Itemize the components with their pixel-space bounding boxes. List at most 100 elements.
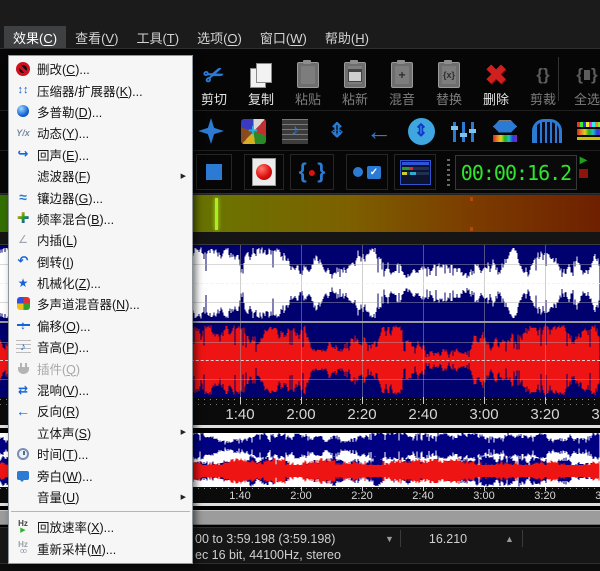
offset-circle-button[interactable]: ⇕: [403, 114, 439, 148]
effects-menu-item[interactable]: 旁白(W)...: [9, 464, 192, 485]
select-all-braces-button[interactable]: {}全选: [564, 52, 600, 107]
effects-menu-item[interactable]: ✚频率混合(B)...: [9, 208, 192, 229]
menu-bar-item[interactable]: 选项(O): [188, 26, 251, 49]
effects-menu-item[interactable]: ≈镶边器(G)...: [9, 186, 192, 207]
interpolate-icon: ∠: [9, 233, 37, 247]
reverb-icon: ⇄: [9, 383, 37, 397]
effects-menu-item[interactable]: 音量(U)▶: [9, 486, 192, 507]
pitch-note-icon: ♪: [282, 119, 308, 144]
scissors-button[interactable]: ✂剪切: [191, 52, 237, 107]
selection-dropdown-icon[interactable]: ▼: [385, 534, 394, 544]
clipboard-paste-new-button[interactable]: 粘新: [332, 52, 378, 107]
pitch-note-button[interactable]: ♪: [277, 114, 313, 148]
effects-menu-item[interactable]: 立体声(S)▶: [9, 422, 192, 443]
delete-x-button[interactable]: ✖删除: [473, 52, 519, 107]
scissors-icon: ✂: [204, 59, 224, 91]
clipboard-replace-button[interactable]: {x} 替换: [426, 52, 472, 107]
flanger-icon: ≈: [9, 190, 37, 204]
effects-menu-item[interactable]: 删改(C)...: [9, 58, 192, 79]
timeline-label: 2:00: [279, 490, 323, 502]
menu-item-label: 旁白(W)...: [37, 466, 93, 485]
record-selection-icon: {●}: [299, 160, 326, 184]
clipboard-replace-icon: {x}: [438, 59, 460, 91]
copy-pages-button[interactable]: 复制: [238, 52, 284, 107]
expand-arrows-button[interactable]: ⇔⇕: [319, 114, 355, 148]
menu-item-label: 回放速率(X)...: [37, 517, 114, 536]
menu-item-label: 删改(C)...: [37, 59, 90, 78]
effects-menu-item[interactable]: Hz▶回放速率(X)...: [9, 516, 192, 537]
sliders-icon: [453, 120, 474, 142]
effects-menu-item[interactable]: ↶倒转(I): [9, 251, 192, 272]
timeline-label: 2:00: [279, 406, 323, 423]
menu-item-label: 多声道混音器(N)...: [37, 294, 140, 313]
timeline-label: 2:20: [340, 406, 384, 423]
record-selection-button[interactable]: {●}: [290, 154, 334, 190]
menu-item-label: 镶边器(G)...: [37, 188, 103, 207]
goldwave-app: { "menu_bar": { "items": [ {"label": "效果…: [0, 0, 600, 570]
effects-menu-item[interactable]: ⇄混响(V)...: [9, 379, 192, 400]
pitch-icon: ♪: [9, 340, 37, 353]
clipboard-paste-icon: [297, 59, 319, 91]
collage-mixer-button[interactable]: +: [235, 114, 271, 148]
toolbar-button-label: 替换: [436, 93, 462, 107]
stop-icon: [206, 164, 222, 180]
timeline-label: 3:00: [462, 406, 506, 423]
effects-menu-item[interactable]: ←反向(R): [9, 400, 192, 421]
menu-item-label: 重新采样(M)...: [37, 539, 116, 558]
toolbar-button-label: 剪裁: [530, 93, 556, 107]
effects-menu-item[interactable]: Hzoo重新采样(M)...: [9, 538, 192, 559]
control-properties-button[interactable]: [394, 154, 436, 190]
effects-menu-item[interactable]: Y/x动态(Y)...: [9, 122, 192, 143]
menu-bar-item[interactable]: 帮助(H): [316, 26, 378, 49]
effects-menu-item[interactable]: ↕偏移(O)...: [9, 315, 192, 336]
burst-star-icon: [198, 118, 224, 144]
noise-gate-button[interactable]: [529, 114, 565, 148]
menu-item-label: 多普勒(D)...: [37, 102, 102, 121]
effects-menu-item[interactable]: ♪音高(P)...: [9, 336, 192, 357]
effects-menu-item[interactable]: ★机械化(Z)...: [9, 272, 192, 293]
menu-bar-item[interactable]: 效果(C): [4, 26, 66, 49]
effects-menu-item[interactable]: ↕↕压缩器/扩展器(K)...: [9, 79, 192, 100]
copy-pages-icon: [250, 59, 272, 91]
stop-button[interactable]: [196, 154, 232, 190]
effects-menu-item[interactable]: 多声道混音器(N)...: [9, 293, 192, 314]
timeline-label: 2:40: [401, 490, 445, 502]
record-new-button[interactable]: [244, 154, 284, 190]
doppler-icon: [9, 105, 37, 117]
submenu-arrow-icon: ▶: [181, 172, 192, 180]
burst-star-button[interactable]: [193, 114, 229, 148]
reverse-arrow-button[interactable]: ←: [361, 114, 397, 148]
effects-menu-item[interactable]: 滤波器(F) ▶: [9, 165, 192, 186]
toolbar-button-label: 复制: [248, 93, 274, 107]
effects-menu-item[interactable]: ↪回声(E)...: [9, 144, 192, 165]
trim-braces-button[interactable]: {}剪裁: [520, 52, 566, 107]
clipboard-mix-button[interactable]: +混音: [379, 52, 425, 107]
effects-menu-item[interactable]: 时间(T)...: [9, 443, 192, 464]
position-value: 16.210: [418, 532, 478, 546]
monitor-button[interactable]: ✓: [346, 154, 388, 190]
position-spinner-icon[interactable]: ▲: [505, 534, 514, 544]
filter-hexagon-button[interactable]: [487, 114, 523, 148]
frequency-mix-icon: ✚: [9, 209, 37, 227]
spectrum-button[interactable]: [571, 114, 600, 148]
effects-menu-item[interactable]: 多普勒(D)...: [9, 101, 192, 122]
status-divider: [400, 530, 401, 547]
no-entry-icon: [9, 62, 37, 76]
clipboard-paste-button[interactable]: 粘贴: [285, 52, 331, 107]
menu-bar-item[interactable]: 查看(V): [66, 26, 127, 49]
status-divider: [522, 530, 523, 547]
effects-menu-item[interactable]: ∠内插(L): [9, 229, 192, 250]
menu-bar-item[interactable]: 窗口(W): [251, 26, 316, 49]
menu-item-label: 滤波器(F): [37, 166, 90, 185]
toolbar-grip[interactable]: [447, 159, 450, 187]
control-properties-icon: [400, 160, 431, 185]
menu-bar-item[interactable]: 工具(T): [127, 26, 188, 49]
meter-tick: [470, 197, 473, 201]
sliders-button[interactable]: [445, 114, 481, 148]
toolbar-button-label: 混音: [389, 93, 415, 107]
play-indicator-icon: ▶: [580, 156, 588, 166]
toolbar-button-label: 粘新: [342, 93, 368, 107]
timeline-label: 3:40: [584, 490, 600, 502]
compress-expand-icon: ↕↕: [9, 83, 37, 97]
effects-menu-item: 插件(Q): [9, 357, 192, 378]
